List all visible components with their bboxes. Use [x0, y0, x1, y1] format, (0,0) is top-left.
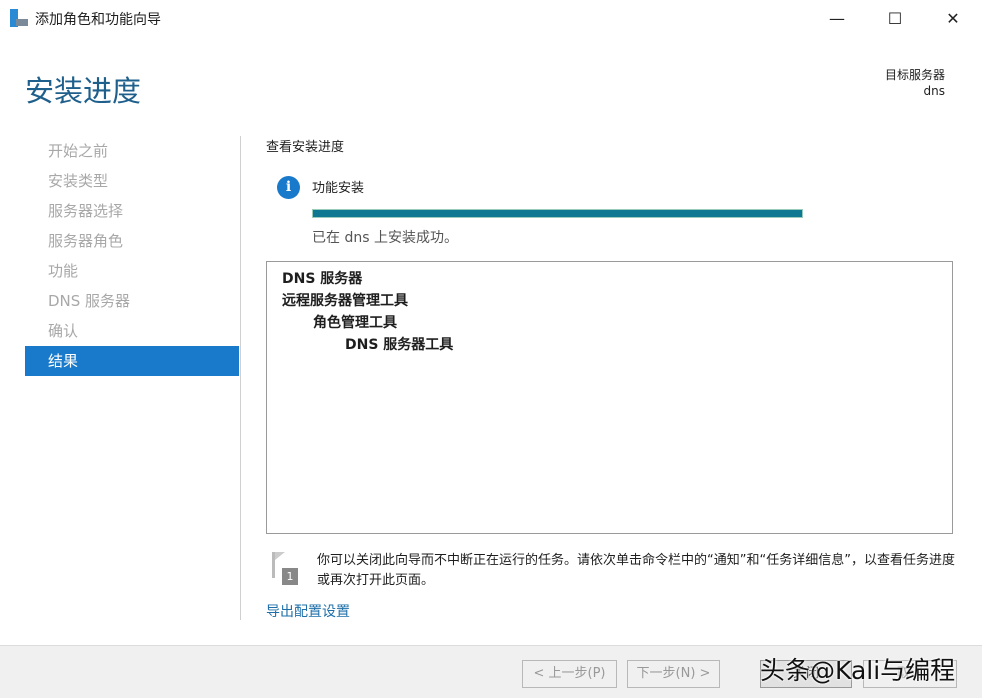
section-heading: 查看安装进度: [266, 136, 344, 155]
title-bar: 添加角色和功能向导 — ☐ ✕: [0, 0, 982, 38]
result-item: 角色管理工具: [267, 312, 952, 334]
nav-item-installation-type: 安装类型: [25, 166, 239, 196]
close-window-button[interactable]: ✕: [924, 0, 982, 36]
target-server-label: 目标服务器: [885, 67, 945, 83]
progress-fill: [313, 210, 802, 217]
server-manager-icon: [10, 9, 28, 27]
result-item: DNS 服务器工具: [267, 334, 952, 356]
feature-installation-label: 功能安装: [312, 177, 364, 196]
maximize-button[interactable]: ☐: [866, 0, 924, 36]
next-button[interactable]: 下一步(N) >: [627, 660, 720, 688]
minimize-button[interactable]: —: [808, 0, 866, 36]
results-list: DNS 服务器 远程服务器管理工具 角色管理工具 DNS 服务器工具: [266, 261, 953, 534]
nav-item-server-selection: 服务器选择: [25, 196, 239, 226]
result-item: DNS 服务器: [267, 268, 952, 290]
notification-flag-icon: 1: [270, 552, 300, 586]
nav-item-results[interactable]: 结果: [25, 346, 239, 376]
nav-item-dns-server: DNS 服务器: [25, 286, 239, 316]
target-server: 目标服务器 dns: [885, 67, 945, 99]
watermark: 头条@Kali与编程: [760, 651, 955, 687]
previous-button[interactable]: < 上一步(P): [522, 660, 617, 688]
info-note: 你可以关闭此向导而不中断正在运行的任务。请依次单击命令栏中的“通知”和“任务详细…: [317, 551, 962, 591]
nav-item-features: 功能: [25, 256, 239, 286]
target-server-value: dns: [885, 83, 945, 99]
page-title: 安装进度: [25, 68, 141, 110]
divider: [240, 136, 241, 620]
notification-badge: 1: [282, 568, 298, 585]
install-status: 已在 dns 上安装成功。: [312, 227, 458, 247]
result-item: 远程服务器管理工具: [267, 290, 952, 312]
install-progress-bar: [312, 209, 803, 218]
nav-item-before-you-begin: 开始之前: [25, 136, 239, 166]
wizard-nav: 开始之前 安装类型 服务器选择 服务器角色 功能 DNS 服务器 确认 结果: [25, 136, 239, 376]
export-settings-link[interactable]: 导出配置设置: [266, 601, 350, 621]
nav-item-confirmation: 确认: [25, 316, 239, 346]
nav-item-server-roles: 服务器角色: [25, 226, 239, 256]
window-title: 添加角色和功能向导: [35, 9, 161, 29]
info-icon: i: [277, 176, 300, 199]
